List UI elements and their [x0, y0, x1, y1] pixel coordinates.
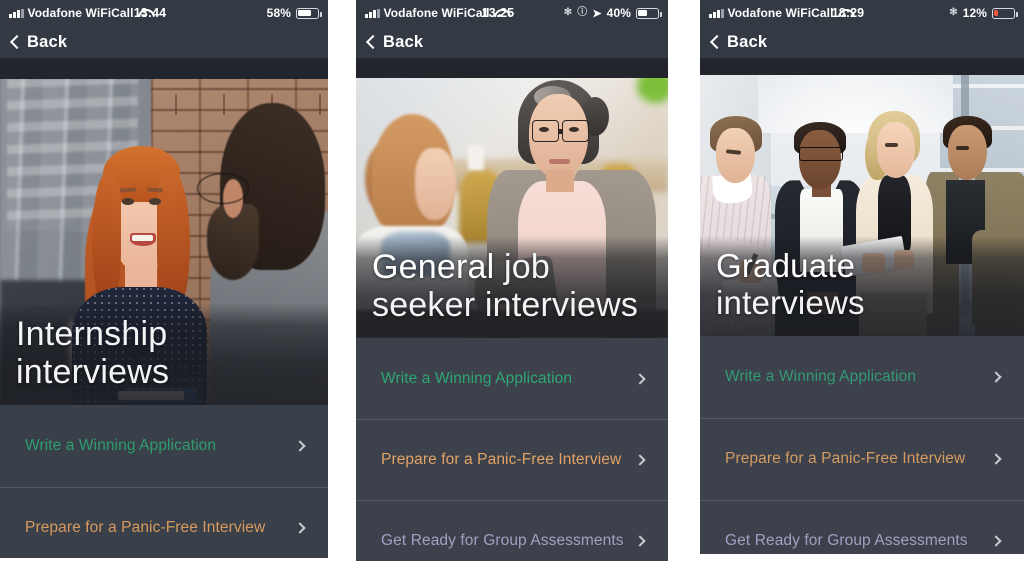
chevron-right-icon: [634, 372, 646, 385]
phone-screen-graduate: Vodafone WiFiCall 18:29 ✻ 12% Back Gradu…: [700, 0, 1024, 554]
status-right: 58%: [267, 6, 328, 20]
list-item[interactable]: Write a Winning Application: [700, 336, 1024, 418]
list-item[interactable]: Prepare for a Panic-Free Interview: [0, 487, 328, 558]
page-title: Internship interviews: [16, 315, 312, 391]
list-item-label: Write a Winning Application: [725, 368, 917, 385]
status-right: ✻ 12%: [949, 6, 1024, 20]
page-title-line-1: Graduate interviews: [716, 247, 865, 322]
battery-percent-label: 58%: [266, 6, 291, 20]
status-left: Vodafone WiFiCall: [356, 6, 507, 20]
list-item[interactable]: Get Ready for Group Assessments: [700, 500, 1024, 554]
list-item[interactable]: Write a Winning Application: [356, 338, 668, 419]
chevron-right-icon: [634, 453, 646, 466]
do-not-disturb-icon: ✻: [563, 7, 573, 18]
battery-icon: [296, 7, 322, 19]
carrier-label: Vodafone WiFiCall: [383, 6, 490, 20]
page-title-line-2: interviews: [16, 352, 170, 391]
hero-banner: Internship interviews: [0, 58, 328, 405]
list-item-label: Prepare for a Panic-Free Interview: [25, 519, 266, 536]
hero-title-overlay: Internship interviews: [0, 302, 328, 405]
navigation-bar: Back: [356, 26, 668, 58]
chevron-right-icon: [990, 453, 1002, 465]
list-item-label: Get Ready for Group Assessments: [381, 531, 624, 549]
hero-title-overlay: Graduate interviews: [700, 236, 1024, 336]
carrier-label: Vodafone WiFiCall: [727, 6, 834, 20]
phone-screen-internship: Vodafone WiFiCall 13:44 58% Back Interns…: [0, 0, 328, 558]
chevron-right-icon: [634, 534, 646, 547]
alarm-clock-icon: ⓘ: [577, 7, 588, 18]
navigation-bar: Back: [700, 26, 1024, 58]
battery-percent-label: 12%: [962, 6, 987, 20]
screenshot-stage: Vodafone WiFiCall 13:44 58% Back Interns…: [0, 0, 1024, 571]
back-button[interactable]: Back: [709, 32, 768, 52]
status-left: Vodafone WiFiCall: [700, 6, 851, 20]
cellular-signal-icon: [365, 8, 380, 18]
status-bar: Vodafone WiFiCall 18:29 ✻ 12%: [700, 0, 1024, 26]
battery-icon: [636, 7, 662, 19]
page-title: Graduate interviews: [716, 247, 1008, 322]
hero-title-overlay: General job seeker interviews: [356, 235, 668, 338]
hero-banner: General job seeker interviews: [356, 58, 668, 338]
back-button-label: Back: [383, 32, 424, 51]
back-button[interactable]: Back: [9, 32, 68, 52]
battery-icon: [992, 7, 1018, 19]
do-not-disturb-icon: ✻: [949, 7, 958, 18]
topic-list: Write a Winning Application Prepare for …: [356, 338, 668, 561]
wifi-icon: [838, 8, 851, 18]
list-item[interactable]: Prepare for a Panic-Free Interview: [356, 419, 668, 500]
status-left: Vodafone WiFiCall: [0, 6, 151, 20]
list-item[interactable]: Write a Winning Application: [0, 405, 328, 487]
carrier-label: Vodafone WiFiCall: [27, 6, 134, 20]
chevron-left-icon: [709, 34, 725, 50]
status-bar: Vodafone WiFiCall 13:25 ✻ ⓘ ➤ 40%: [356, 0, 668, 26]
chevron-left-icon: [365, 34, 381, 50]
page-title-lead: Graduate: [716, 247, 856, 285]
topic-list: Write a Winning Application Prepare for …: [0, 405, 328, 558]
list-item[interactable]: Prepare for a Panic-Free Interview: [700, 418, 1024, 500]
wifi-icon: [494, 8, 507, 18]
phone-screen-general-job-seeker: Vodafone WiFiCall 13:25 ✻ ⓘ ➤ 40% Back G…: [356, 0, 668, 561]
page-title-line-1: General job: [372, 247, 550, 286]
cellular-signal-icon: [9, 8, 24, 18]
page-title: General job seeker interviews: [372, 248, 652, 324]
back-button[interactable]: Back: [365, 32, 424, 52]
status-bar: Vodafone WiFiCall 13:44 58%: [0, 0, 328, 26]
status-right: ✻ ⓘ ➤ 40%: [564, 6, 668, 20]
navigation-bar: Back: [0, 26, 328, 58]
list-item-label: Get Ready for Group Assessments: [725, 532, 968, 549]
chevron-right-icon: [990, 371, 1002, 383]
list-item-label: Prepare for a Panic-Free Interview: [725, 450, 966, 467]
list-item[interactable]: Get Ready for Group Assessments: [356, 500, 668, 561]
list-item-label: Prepare for a Panic-Free Interview: [381, 450, 622, 468]
battery-percent-label: 40%: [606, 6, 631, 20]
hero-banner: Graduate interviews: [700, 58, 1024, 336]
back-button-label: Back: [27, 32, 68, 51]
cellular-signal-icon: [709, 8, 724, 18]
topic-list: Write a Winning Application Prepare for …: [700, 336, 1024, 554]
page-title-line-2: seeker interviews: [372, 285, 639, 324]
chevron-right-icon: [294, 440, 306, 452]
chevron-right-icon: [294, 522, 306, 534]
chevron-left-icon: [9, 34, 25, 50]
page-title-line-1: Internship: [16, 314, 168, 353]
page-title-lead: General: [372, 247, 495, 286]
list-item-label: Write a Winning Application: [25, 437, 217, 454]
chevron-right-icon: [990, 535, 1002, 547]
location-arrow-icon: ➤: [592, 7, 602, 20]
wifi-icon: [138, 8, 151, 18]
list-item-label: Write a Winning Application: [381, 369, 573, 387]
back-button-label: Back: [727, 32, 768, 51]
